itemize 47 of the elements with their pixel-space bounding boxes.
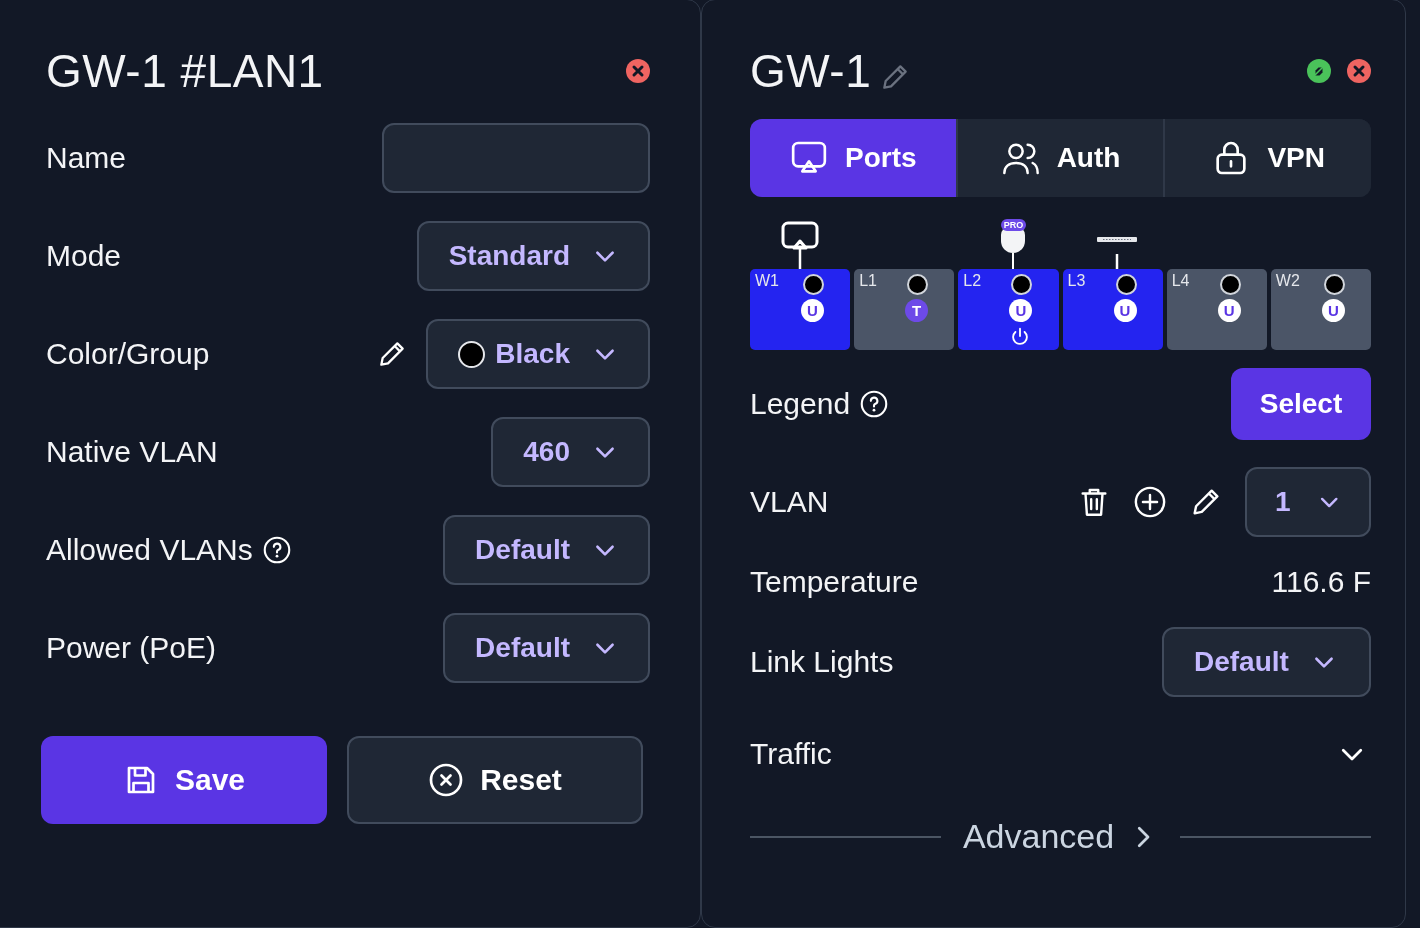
- port-tile[interactable]: L4 U: [1166, 269, 1267, 350]
- jack-icon: [1011, 274, 1033, 295]
- add-icon[interactable]: [1133, 485, 1167, 519]
- dropdown[interactable]: Standard: [416, 221, 650, 291]
- reset-icon: [428, 762, 465, 798]
- traffic-label[interactable]: Traffic: [750, 737, 832, 771]
- dropdown[interactable]: Black: [426, 319, 650, 389]
- legend-label: Legend: [750, 387, 851, 421]
- help-icon[interactable]: [262, 536, 291, 564]
- device-title: GW-1: [750, 44, 872, 98]
- display-icon: [781, 221, 822, 269]
- close-icon[interactable]: [1347, 59, 1371, 83]
- dropdown[interactable]: 460: [491, 417, 650, 487]
- field-label: Power (PoE): [46, 631, 217, 665]
- port-tile[interactable]: W1 U: [750, 269, 851, 350]
- link-lights-label: Link Lights: [750, 645, 894, 679]
- field-label: Color/Group: [46, 337, 210, 371]
- select-button[interactable]: Select: [1231, 368, 1371, 440]
- port-tile[interactable]: L1 T: [854, 269, 955, 350]
- tab[interactable]: Ports: [750, 119, 958, 197]
- field-label: Name: [46, 141, 127, 175]
- enabled-icon[interactable]: [1307, 59, 1331, 83]
- dropdown[interactable]: Default: [443, 613, 650, 683]
- field-label: Mode: [46, 239, 122, 273]
- jack-icon: [907, 274, 929, 295]
- jack-icon: [1219, 274, 1241, 295]
- vlan-label: VLAN: [750, 485, 829, 519]
- jack-icon: [1115, 274, 1137, 295]
- jack-icon: [803, 274, 824, 295]
- reset-button[interactable]: Reset: [347, 736, 643, 824]
- panel-title: GW-1 #LAN1: [46, 44, 325, 98]
- dropdown[interactable]: 1: [1245, 467, 1371, 537]
- temperature-value: 116.6 F: [1271, 565, 1371, 599]
- port-tile[interactable]: L2 U: [958, 269, 1059, 350]
- field-label: Native VLAN: [46, 435, 218, 469]
- dropdown[interactable]: Default: [443, 515, 650, 585]
- dropdown[interactable]: Default: [1162, 627, 1371, 697]
- temperature-label: Temperature: [750, 565, 919, 599]
- jack-icon: [1323, 274, 1345, 295]
- save-button[interactable]: Save: [41, 736, 327, 824]
- port-tile[interactable]: L3 U: [1062, 269, 1163, 350]
- field-label: Allowed VLANs: [46, 533, 253, 567]
- close-icon[interactable]: [626, 59, 650, 83]
- advanced-link[interactable]: Advanced: [956, 816, 1165, 857]
- help-icon[interactable]: [860, 390, 889, 418]
- port-tile[interactable]: W2 U: [1270, 269, 1372, 350]
- name-field[interactable]: [382, 123, 650, 193]
